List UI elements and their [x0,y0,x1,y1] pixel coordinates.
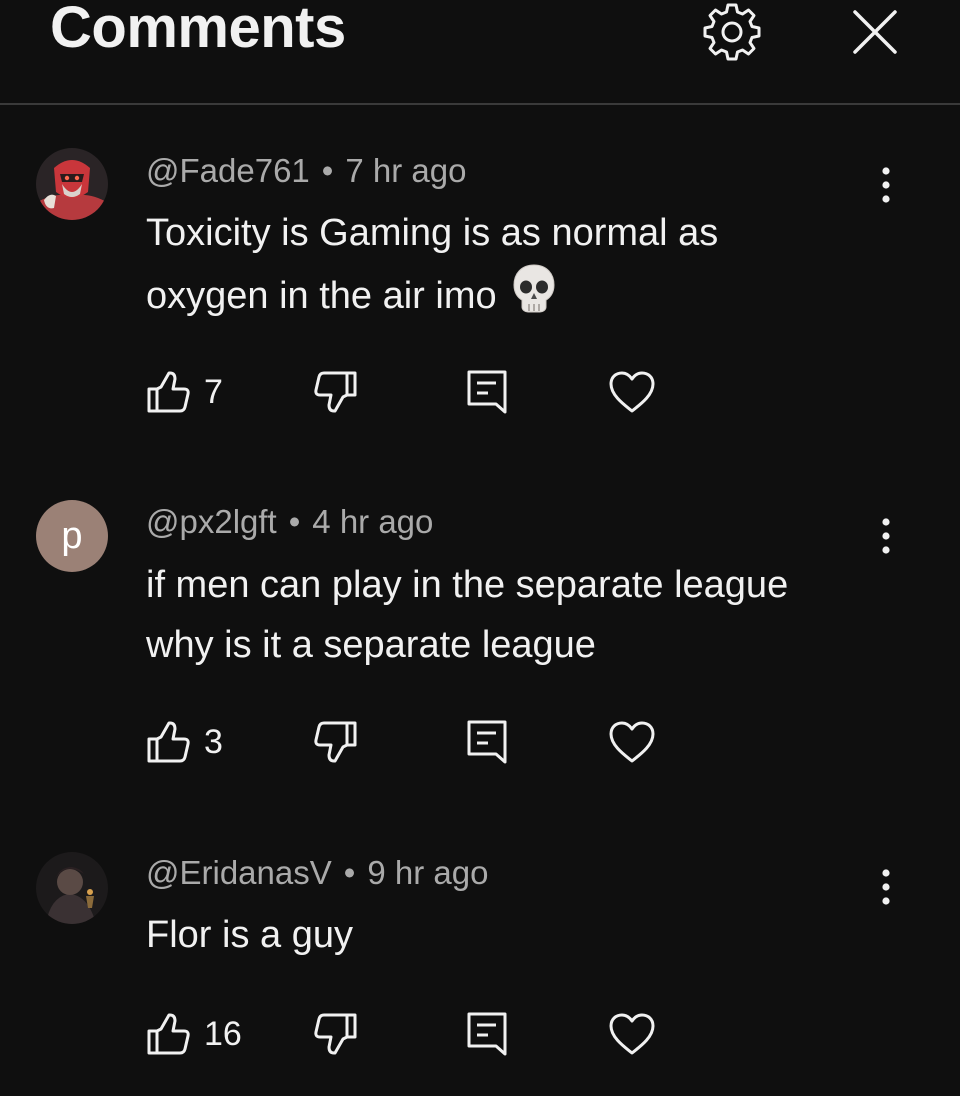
thumbs-up-icon [147,721,190,763]
meta-separator: • [321,152,334,189]
dislike-button[interactable] [314,716,358,768]
more-options-button[interactable] [866,857,906,917]
more-options-button[interactable] [866,506,906,566]
close-icon [853,10,897,54]
reply-button[interactable] [466,366,508,418]
settings-button[interactable] [697,0,767,64]
reply-button[interactable] [466,716,508,768]
page-title: Comments [50,0,346,60]
more-vert-icon [882,869,890,905]
reply-icon [467,1012,507,1056]
thumbs-up-icon [147,1013,190,1055]
comment-meta: @Fade761 • 7 hr ago [146,152,466,190]
heart-icon [609,721,655,763]
reply-button[interactable] [466,1008,508,1060]
comment-time: 4 hr ago [312,503,434,540]
close-button[interactable] [840,0,910,64]
thumbs-up-icon [147,371,190,413]
comment-actions: 3 [146,716,706,768]
avatar[interactable]: p [36,500,108,572]
heart-button[interactable] [608,716,656,768]
dislike-button[interactable] [314,366,358,418]
avatar-image [36,148,108,220]
comment-text-content: Toxicity is Gaming is as normal as oxyge… [146,212,719,318]
like-button[interactable]: 16 [146,1008,242,1060]
more-options-button[interactable] [866,155,906,215]
comment-time: 7 hr ago [345,152,467,189]
thumbs-down-icon [314,1013,357,1055]
dislike-button[interactable] [314,1008,358,1060]
thumbs-down-icon [314,371,357,413]
comment-text: Flor is a guy [146,914,353,956]
comment-meta: @EridanasV • 9 hr ago [146,854,488,892]
comment-author[interactable]: @Fade761 [146,152,310,189]
more-vert-icon [882,518,890,554]
thumbs-down-icon [314,721,357,763]
gear-icon [703,3,761,61]
comment-meta: @px2lgft • 4 hr ago [146,503,433,541]
reply-icon [467,720,507,764]
comment-actions: 7 [146,366,706,418]
like-count: 7 [204,372,223,411]
comment-author[interactable]: @EridanasV [146,854,332,891]
skull-emoji [511,263,557,333]
like-button[interactable]: 3 [146,716,223,768]
avatar[interactable] [36,148,108,220]
more-vert-icon [882,167,890,203]
comment-time: 9 hr ago [367,854,489,891]
like-button[interactable]: 7 [146,366,223,418]
like-count: 3 [204,722,223,761]
comment-actions: 16 [146,1008,706,1060]
heart-button[interactable] [608,366,656,418]
meta-separator: • [288,503,301,540]
heart-icon [609,1013,655,1055]
like-count: 16 [204,1014,242,1053]
reply-icon [467,370,507,414]
avatar-image [36,852,108,924]
heart-button[interactable] [608,1008,656,1060]
comment-author[interactable]: @px2lgft [146,503,277,540]
comments-header: Comments [0,0,960,105]
comment-text: Toxicity is Gaming is as normal as oxyge… [146,203,846,333]
meta-separator: • [343,854,356,891]
avatar[interactable] [36,852,108,924]
comment-text: if men can play in the separate league w… [146,564,789,666]
heart-icon [609,371,655,413]
avatar-letter: p [61,514,83,557]
